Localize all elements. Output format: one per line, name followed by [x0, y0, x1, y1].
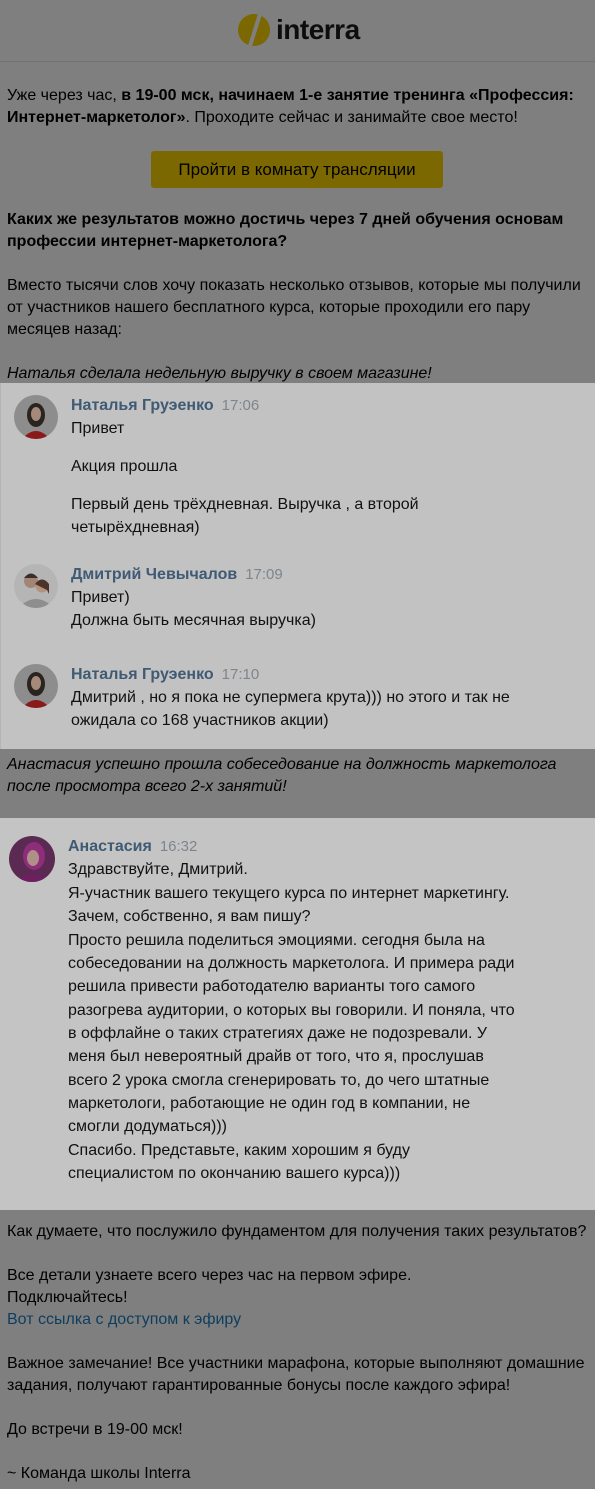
message-line: всего 2 урока смогла сгенерировать то, д… [68, 1072, 490, 1089]
reviews-intro-line-3: месяцев назад: [7, 321, 122, 338]
message-line: Я-участник вашего текущего курса по инте… [68, 885, 510, 902]
message-time: 17:09 [245, 566, 283, 583]
message-line: четырёхдневная) [71, 519, 200, 536]
intro-paragraph: Уже через час, в 19-00 мск, начинаем 1-е… [7, 85, 590, 129]
caption-anastasia-line-2: после просмотра всего 2-х занятий! [7, 778, 287, 795]
avatar-anastasia-icon [9, 836, 55, 882]
message-line: Должна быть месячная выручка) [71, 612, 316, 629]
logo[interactable]: interra [236, 10, 360, 50]
question-heading: Каких же результатов можно достичь через… [7, 209, 590, 253]
reviews-intro-line-2: от участников нашего бесплатного курса, … [7, 299, 531, 316]
outro-details: Все детали узнаете всего через час на пе… [7, 1265, 590, 1331]
message-line: разогрева аудитории, о которых вы говори… [68, 1002, 515, 1019]
avatar-natalia-icon [14, 395, 58, 439]
message-time: 16:32 [159, 838, 198, 855]
email-header: interra [0, 0, 595, 62]
message-line: Привет [71, 420, 125, 437]
avatar-dmitry-icon [14, 564, 58, 608]
chat-screenshot-1: Наталья Груэенко 17:06 Привет Акция прошл… [0, 383, 595, 749]
outro-question: Как думаете, что послужило фундаментом д… [7, 1223, 587, 1240]
note-line-1: Важное замечание! Все участники марафона… [7, 1355, 585, 1372]
message-line: смогли додуматься))) [68, 1118, 227, 1135]
see-you-text: До встречи в 19-00 мск! [7, 1421, 183, 1438]
message-line: специалистом по окончанию вашего курса))… [68, 1165, 401, 1182]
chat-author: Анастасия 16:32 [68, 838, 197, 856]
details-line-2: Подключайтесь! [7, 1289, 128, 1306]
avatar-natalia [14, 395, 58, 439]
intro-text-1: Уже через час, [7, 87, 122, 104]
question-line-1: Каких же результатов можно достичь через… [7, 211, 564, 228]
message-line: Акция прошла [71, 458, 178, 475]
author-name: Наталья Груэенко [71, 666, 214, 683]
message-line: Здравствуйте, Дмитрий. [68, 861, 248, 878]
message-line: маркетологи, работающие не один год в ко… [68, 1095, 471, 1112]
message-line: ожидала со 168 участников акции) [71, 712, 329, 729]
intro-text-3: Интернет-маркетолог» [7, 109, 186, 126]
author-name: Наталья Груэенко [71, 397, 214, 414]
message-line: Зачем, собственно, я вам пишу? [68, 908, 311, 925]
signature: ~ Команда школы Interra [7, 1465, 191, 1482]
message-line: собеседовании на должность маркетолога. … [68, 955, 515, 972]
message-line: Спасибо. Представьте, каким хорошим я бу… [68, 1142, 410, 1159]
caption-natalia: Наталья сделала недельную выручку в свое… [7, 365, 432, 382]
message-line: решила привести работодателю варианты то… [68, 978, 476, 995]
author-name: Дмитрий Чевычалов [71, 566, 238, 583]
email-page: interra Уже через час, в 19-00 мск, начи… [0, 0, 595, 1489]
join-broadcast-button[interactable]: Пройти в комнату трансляции [151, 151, 443, 188]
logo-text: interra [276, 14, 360, 45]
reviews-intro: Вместо тысячи слов хочу показать несколь… [7, 275, 590, 341]
chat-author: Наталья Груэенко 17:06 [71, 397, 259, 415]
caption-anastasia: Анастасия успешно прошла собеседование н… [7, 754, 590, 798]
author-name: Анастасия [68, 838, 152, 855]
message-line: Привет) [71, 589, 130, 606]
message-line: Первый день трёхдневная. Выручка , а вто… [71, 496, 419, 513]
intro-text-2: в 19-00 мск, начинаем 1-е занятие тренин… [121, 87, 574, 104]
chat-screenshot-2: Анастасия 16:32 Здравствуйте, Дмитрий. Я-… [0, 818, 595, 1210]
note-line-2: задания, получают гарантированные бонусы… [7, 1377, 511, 1394]
message-line: Просто решила поделиться эмоциями. сегод… [68, 932, 485, 949]
question-line-2: профессии интернет-маркетолога? [7, 233, 288, 250]
chat-author: Дмитрий Чевычалов 17:09 [71, 566, 283, 584]
broadcast-access-link[interactable]: Вот ссылка с доступом к эфиру [7, 1311, 241, 1328]
important-note: Важное замечание! Все участники марафона… [7, 1353, 590, 1397]
avatar-anastasia [9, 836, 55, 882]
interra-logo-icon [238, 12, 270, 48]
message-line: Дмитрий , но я пока не супермега крута))… [71, 689, 510, 706]
caption-anastasia-line-1: Анастасия успешно прошла собеседование н… [7, 756, 557, 773]
avatar-natalia-icon [14, 664, 58, 708]
reviews-intro-line-1: Вместо тысячи слов хочу показать несколь… [7, 277, 581, 294]
join-broadcast-label: Пройти в комнату трансляции [178, 159, 416, 179]
chat-author: Наталья Груэенко 17:10 [71, 666, 259, 684]
avatar-dmitry [14, 564, 58, 608]
avatar-natalia [14, 664, 58, 708]
intro-text-4: . Проходите сейчас и занимайте свое мест… [185, 109, 518, 126]
message-time: 17:10 [221, 666, 260, 683]
details-line-1: Все детали узнаете всего через час на пе… [7, 1267, 412, 1284]
message-time: 17:06 [221, 397, 260, 414]
message-line: меня был невероятный драйв от того, что … [68, 1048, 484, 1065]
message-line: в оффлайне о таких стратегиях даже не по… [68, 1025, 488, 1042]
